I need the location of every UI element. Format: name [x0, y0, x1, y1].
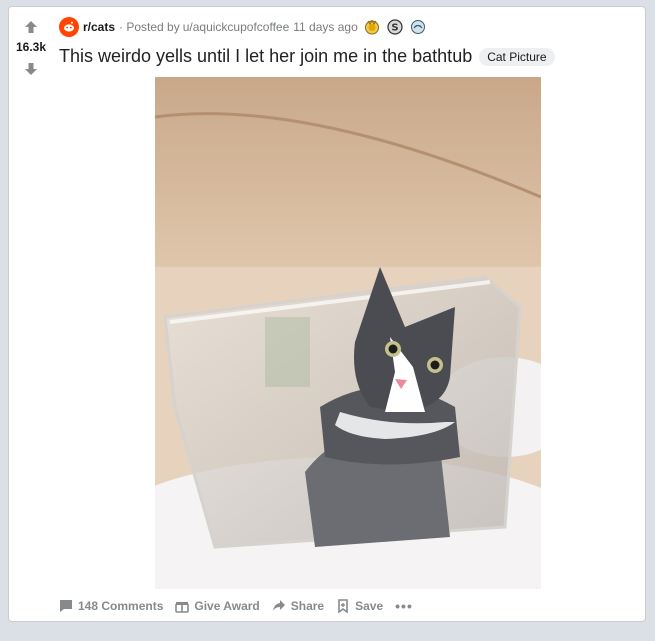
give-award-label: Give Award [194, 599, 260, 613]
share-icon [272, 600, 285, 611]
post-card[interactable]: 16.3k r/cats · Posted by u/aquickcupofco… [8, 6, 646, 622]
save-label: Save [355, 599, 384, 613]
bookmark-icon [338, 599, 348, 613]
more-options-button[interactable]: ••• [395, 598, 413, 614]
share-button[interactable]: Share [272, 599, 324, 613]
give-award-button[interactable]: Give Award [175, 599, 260, 613]
comments-label: 148 Comments [78, 599, 164, 613]
subreddit-icon[interactable] [59, 17, 79, 37]
hugz-award-icon[interactable] [409, 18, 427, 36]
silver-award-icon[interactable]: S [386, 18, 404, 36]
subreddit-link[interactable]: r/cats [83, 20, 115, 34]
post-title-row: This weirdo yells until I let her join m… [59, 46, 555, 67]
vote-score: 16.3k [15, 40, 47, 54]
gift-icon [175, 602, 190, 613]
post-meta: r/cats · Posted by u/aquickcupofcoffee 1… [59, 17, 427, 37]
share-label: Share [290, 599, 325, 613]
post-time[interactable]: 11 days ago [293, 20, 358, 34]
comments-button[interactable]: 148 Comments [59, 599, 163, 613]
gold-award-icon[interactable] [363, 18, 381, 36]
vote-column: 16.3k [9, 7, 53, 621]
post-actions: 148 Comments Give Award Share Save ••• [59, 595, 425, 617]
post-image[interactable] [155, 77, 541, 589]
comment-icon [60, 600, 72, 612]
more-options-icon: ••• [395, 598, 413, 614]
post-title[interactable]: This weirdo yells until I let her join m… [59, 46, 472, 67]
author-link[interactable]: u/aquickcupofcoffee [183, 20, 290, 34]
post-flair[interactable]: Cat Picture [479, 47, 555, 66]
downvote-icon[interactable] [23, 61, 39, 77]
upvote-icon[interactable] [23, 19, 39, 35]
svg-text:S: S [391, 23, 398, 34]
posted-by-label: · Posted by [119, 20, 180, 34]
save-button[interactable]: Save [336, 599, 383, 613]
